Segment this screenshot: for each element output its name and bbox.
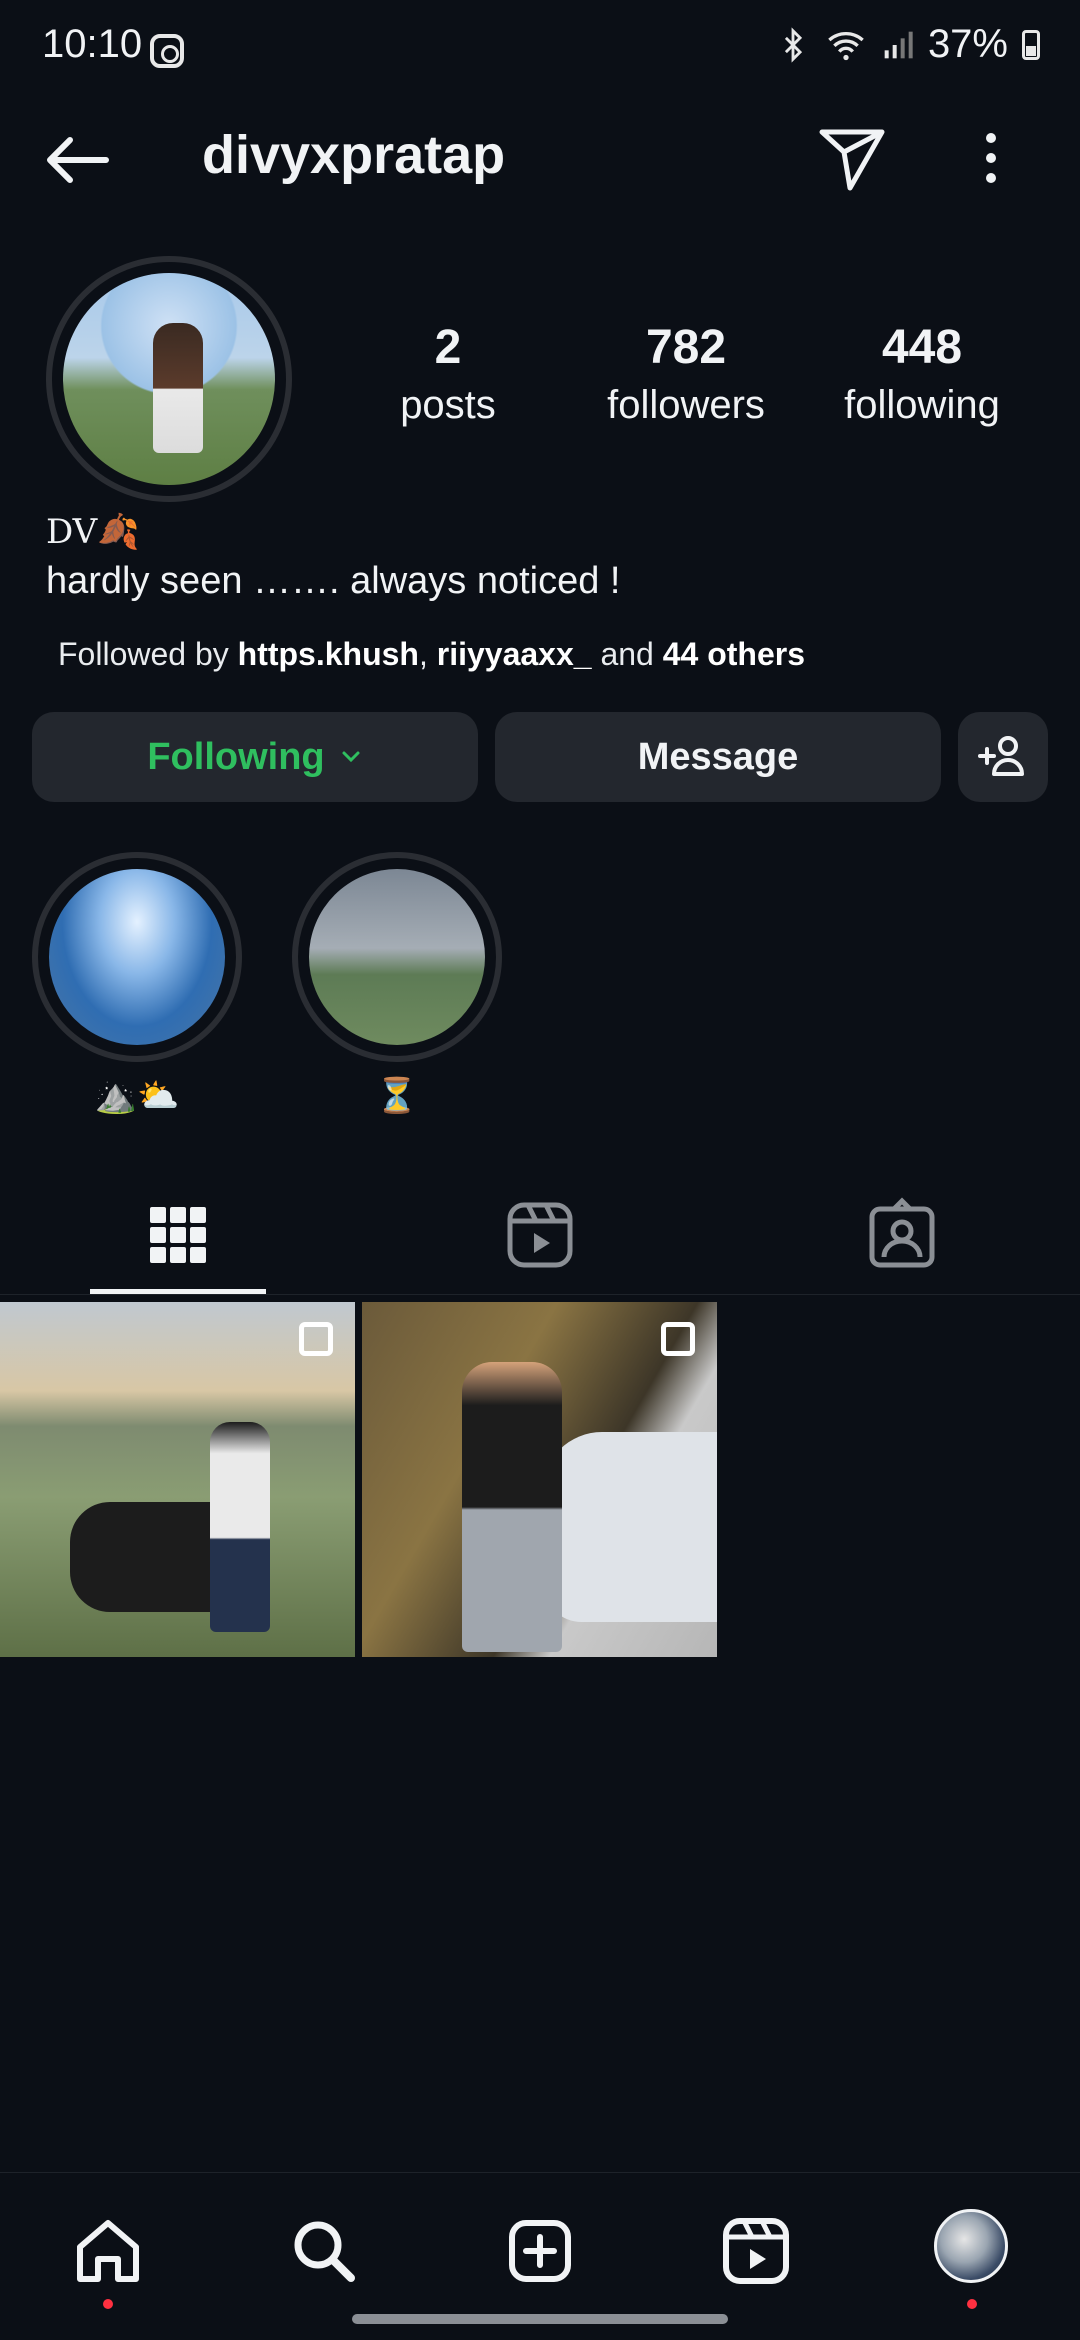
tab-reels[interactable]: [500, 1195, 580, 1275]
profile-avatar[interactable]: [46, 256, 292, 502]
instagram-notification-icon: [150, 34, 184, 68]
status-bar: 10:10 37%: [0, 0, 1080, 100]
more-vertical-icon: [986, 133, 996, 183]
followers-value: 782: [645, 321, 727, 374]
nav-profile[interactable]: [934, 2209, 1010, 2309]
following-button[interactable]: Following: [32, 712, 478, 802]
more-options-button[interactable]: [956, 118, 1026, 198]
profile-tabs: [0, 1175, 1080, 1295]
highlight-ring: [292, 852, 502, 1062]
reels-icon: [723, 2218, 789, 2284]
followed-by-user[interactable]: https.khush: [238, 636, 419, 672]
posts-count[interactable]: 2 posts: [348, 318, 548, 432]
followed-by-sep: ,: [418, 636, 437, 672]
tab-posts-grid[interactable]: [138, 1195, 218, 1275]
status-right-group: 37%: [776, 22, 1040, 67]
highlight-label: ⛰️⛅: [94, 1077, 180, 1115]
posts-label: posts: [400, 383, 496, 427]
highlight-cover: [309, 869, 485, 1045]
highlight-label: ⏳: [375, 1077, 419, 1115]
grid-post[interactable]: [362, 1302, 717, 1657]
carousel-icon: [299, 1322, 333, 1356]
followed-by-and: and: [591, 636, 663, 672]
paper-plane-icon: [819, 129, 885, 191]
notification-dot: [967, 2299, 977, 2309]
followed-by-prefix: Followed by: [58, 636, 238, 672]
message-button[interactable]: Message: [495, 712, 941, 802]
tab-tagged[interactable]: [862, 1195, 942, 1275]
status-time: 10:10: [42, 22, 143, 66]
bio-text: hardly seen ……. always noticed !: [46, 560, 621, 602]
followed-by-user[interactable]: riiyyaaxx_: [437, 636, 592, 672]
following-value: 448: [881, 321, 963, 374]
battery-icon: [1022, 29, 1040, 60]
nav-create[interactable]: [502, 2213, 578, 2289]
avatar-image: [63, 273, 275, 485]
back-button[interactable]: [40, 120, 120, 200]
profile-username: divyxpratap: [202, 125, 506, 185]
highlight-cover: [49, 869, 225, 1045]
following-count[interactable]: 448 following: [822, 318, 1022, 432]
profile-avatar-icon: [934, 2209, 1008, 2283]
home-icon: [77, 2220, 139, 2282]
tagged-icon: [869, 1197, 935, 1268]
bluetooth-icon: [776, 25, 810, 65]
followed-by[interactable]: Followed by https.khush, riiyyaaxx_ and …: [58, 636, 805, 673]
wifi-icon: [824, 25, 868, 65]
create-icon: [509, 2220, 571, 2282]
carousel-icon: [661, 1322, 695, 1356]
arrow-left-icon: [47, 137, 109, 183]
signal-icon: [882, 28, 914, 62]
reels-icon: [507, 1202, 573, 1268]
bio-name: DV🍂: [46, 512, 140, 552]
add-user-icon: [978, 736, 1024, 776]
message-button-label: Message: [637, 735, 799, 778]
chevron-down-icon: [342, 751, 360, 763]
battery-percent: 37%: [927, 22, 1008, 66]
nav-home[interactable]: [70, 2213, 146, 2309]
nav-reels[interactable]: [718, 2213, 794, 2289]
home-indicator[interactable]: [352, 2314, 728, 2324]
nav-search[interactable]: [286, 2213, 362, 2289]
active-tab-indicator: [90, 1289, 266, 1294]
story-highlight[interactable]: ⛰️⛅: [32, 852, 242, 1116]
posts-value: 2: [434, 321, 462, 374]
grid-post[interactable]: [0, 1302, 355, 1657]
followed-by-others[interactable]: 44 others: [663, 636, 805, 672]
followers-label: followers: [607, 383, 765, 427]
story-highlight[interactable]: ⏳: [292, 852, 502, 1116]
followers-count[interactable]: 782 followers: [586, 318, 786, 432]
suggested-users-button[interactable]: [958, 712, 1048, 802]
grid-icon: [150, 1207, 206, 1263]
highlight-ring: [32, 852, 242, 1062]
search-icon: [294, 2221, 355, 2282]
share-profile-button[interactable]: [812, 118, 892, 198]
following-button-label: Following: [147, 735, 325, 778]
following-label: following: [844, 383, 1000, 427]
notification-dot: [103, 2299, 113, 2309]
